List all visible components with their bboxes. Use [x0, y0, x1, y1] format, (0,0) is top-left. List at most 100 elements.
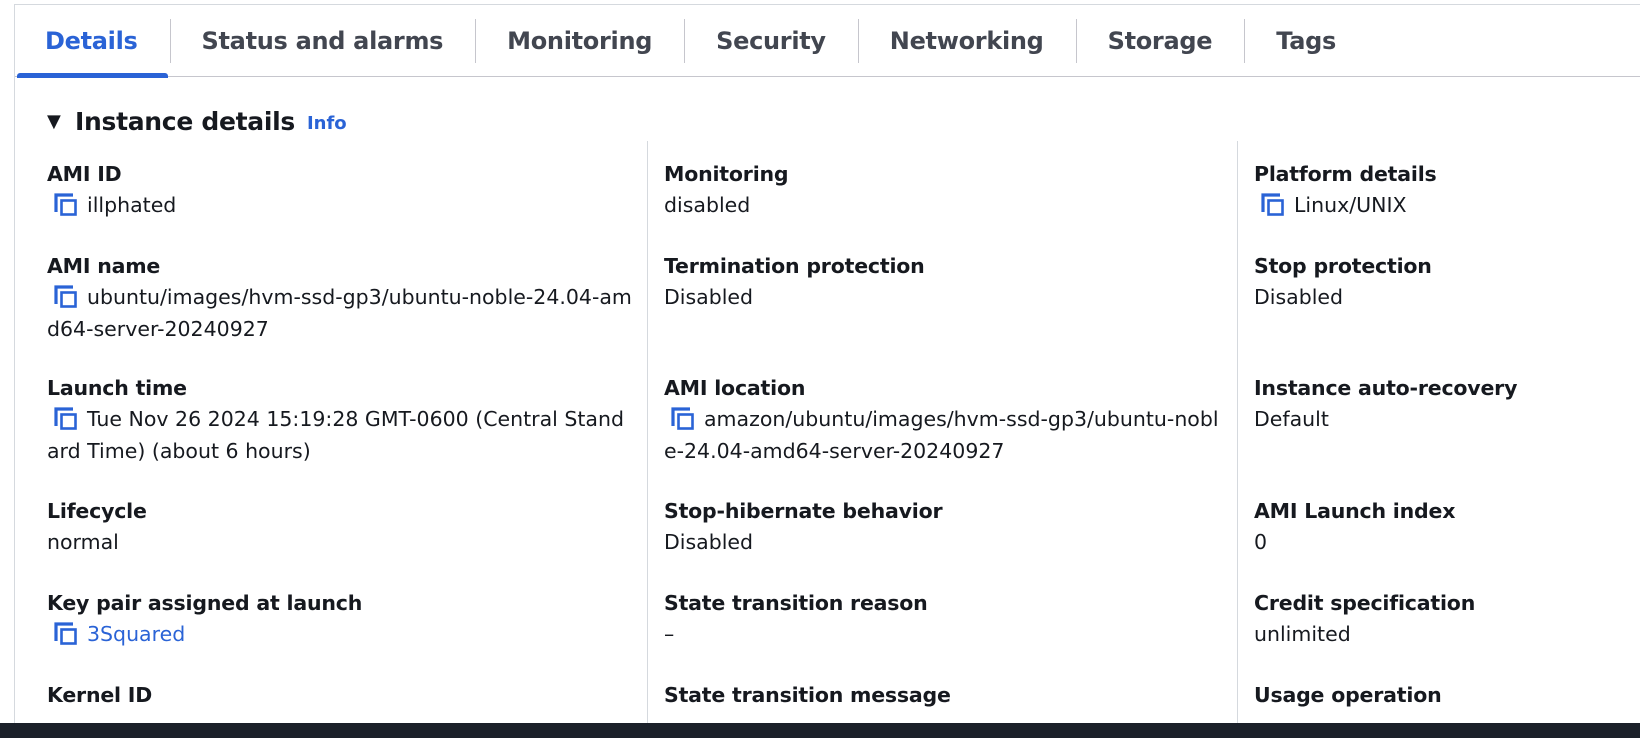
- tab-status-and-alarms[interactable]: Status and alarms: [169, 5, 476, 77]
- copy-icon-glyph: [54, 407, 77, 430]
- field-stop-hibernate-behavior: Stop-hibernate behavior Disabled: [664, 496, 1223, 558]
- instance-details-page: Details Status and alarms Monitoring Sec…: [0, 0, 1640, 738]
- field-launch-time: Launch time Tue Nov 26 2024 15:19:28 GMT-…: [47, 373, 633, 467]
- tab-label: Tags: [1276, 27, 1336, 55]
- field-lifecycle: Lifecycle normal: [47, 496, 633, 558]
- field-value: disabled: [664, 189, 1223, 221]
- copy-icon[interactable]: [1260, 192, 1286, 218]
- field-value-text: unlimited: [1254, 622, 1351, 646]
- tab-details[interactable]: Details: [15, 5, 170, 78]
- field-value-text: amazon/ubuntu/images/hvm-ssd-gp3/ubuntu-…: [664, 407, 1219, 463]
- field-stop-protection: Stop protection Disabled: [1254, 251, 1628, 313]
- tab-tags[interactable]: Tags: [1244, 5, 1368, 77]
- tab-storage[interactable]: Storage: [1075, 5, 1245, 77]
- tab-label: Storage: [1107, 27, 1213, 55]
- copy-icon[interactable]: [53, 284, 79, 310]
- field-label: Credit specification: [1254, 591, 1476, 615]
- field-label: Launch time: [47, 376, 187, 400]
- copy-icon[interactable]: [670, 406, 696, 432]
- field-label: Termination protection: [664, 254, 925, 278]
- field-label: AMI location: [664, 376, 806, 400]
- field-monitoring: Monitoring disabled: [664, 159, 1223, 221]
- caret-down-icon[interactable]: ▼: [47, 111, 65, 132]
- copy-icon-glyph: [54, 285, 77, 308]
- field-label: State transition message: [664, 683, 951, 707]
- field-value-text: ubuntu/images/hvm-ssd-gp3/ubuntu-noble-2…: [47, 285, 632, 341]
- field-value: amazon/ubuntu/images/hvm-ssd-gp3/ubuntu-…: [664, 403, 1223, 467]
- field-ami-launch-index: AMI Launch index 0: [1254, 496, 1628, 558]
- field-value-text: Default: [1254, 407, 1329, 431]
- copy-icon[interactable]: [53, 406, 79, 432]
- field-ami-name: AMI name ubuntu/images/hvm-ssd-gp3/ubuntu…: [47, 251, 633, 345]
- copy-icon-glyph: [1261, 193, 1284, 216]
- details-columns: AMI ID illphated AMI name ubuntu/images/hvm…: [15, 141, 1640, 731]
- column-1: AMI ID illphated AMI name ubuntu/images/hvm…: [15, 141, 647, 731]
- field-label: Kernel ID: [47, 683, 153, 707]
- field-value: Tue Nov 26 2024 15:19:28 GMT-0600 (Centr…: [47, 403, 633, 467]
- bottom-bar: [0, 723, 1640, 738]
- field-label: AMI ID: [47, 162, 122, 186]
- field-value-text: Disabled: [1254, 285, 1344, 309]
- field-value: Default: [1254, 403, 1628, 435]
- field-value-text: normal: [47, 530, 119, 554]
- field-usage-operation: Usage operation: [1254, 680, 1628, 710]
- field-value: Disabled: [664, 281, 1223, 313]
- field-value: unlimited: [1254, 618, 1628, 650]
- field-label: Instance auto-recovery: [1254, 376, 1518, 400]
- field-kernel-id: Kernel ID: [47, 680, 633, 710]
- tab-monitoring[interactable]: Monitoring: [475, 5, 684, 77]
- field-value-text[interactable]: 3Squared: [87, 622, 185, 646]
- info-link[interactable]: Info: [307, 113, 347, 134]
- field-state-transition-reason: State transition reason –: [664, 588, 1223, 650]
- field-ami-location: AMI location amazon/ubuntu/images/hvm-ssd…: [664, 373, 1223, 467]
- copy-icon-glyph: [671, 407, 694, 430]
- field-label: Key pair assigned at launch: [47, 591, 363, 615]
- field-value: –: [664, 618, 1223, 650]
- field-value-text: Tue Nov 26 2024 15:19:28 GMT-0600 (Centr…: [47, 407, 625, 463]
- field-label: Platform details: [1254, 162, 1437, 186]
- field-ami-id: AMI ID illphated: [47, 159, 633, 221]
- field-value-text: illphated: [87, 193, 177, 217]
- tab-label: Status and alarms: [201, 27, 444, 55]
- section-title: Instance details: [75, 106, 295, 136]
- column-3: Platform details Linux/UNIX Stop protectio…: [1237, 141, 1640, 731]
- copy-icon[interactable]: [53, 621, 79, 647]
- field-value: illphated: [47, 189, 633, 221]
- field-value-text: –: [664, 622, 675, 646]
- tab-networking[interactable]: Networking: [857, 5, 1076, 77]
- copy-icon-glyph: [54, 193, 77, 216]
- tab-security[interactable]: Security: [684, 5, 858, 77]
- field-value: ubuntu/images/hvm-ssd-gp3/ubuntu-noble-2…: [47, 281, 633, 345]
- field-value-text: Disabled: [664, 285, 754, 309]
- field-value[interactable]: 3Squared: [47, 618, 633, 650]
- tab-label: Details: [45, 27, 138, 55]
- tab-bar: Details Status and alarms Monitoring Sec…: [15, 5, 1640, 78]
- column-2: Monitoring disabled Termination protection…: [647, 141, 1237, 731]
- details-panel: Details Status and alarms Monitoring Sec…: [14, 4, 1640, 731]
- tab-label: Networking: [889, 27, 1044, 55]
- field-value: Disabled: [1254, 281, 1628, 313]
- copy-icon-glyph: [54, 622, 77, 645]
- field-key-pair-assigned-at-launch: Key pair assigned at launch 3Squared: [47, 588, 633, 650]
- field-value: Disabled: [664, 526, 1223, 558]
- field-instance-auto-recovery: Instance auto-recovery Default: [1254, 373, 1628, 435]
- field-value-text: Disabled: [664, 530, 754, 554]
- field-label: AMI name: [47, 254, 161, 278]
- field-label: State transition reason: [664, 591, 928, 615]
- field-platform-details: Platform details Linux/UNIX: [1254, 159, 1628, 221]
- field-value-text: Linux/UNIX: [1294, 193, 1407, 217]
- field-label: Usage operation: [1254, 683, 1442, 707]
- tab-label: Monitoring: [507, 27, 653, 55]
- field-label: AMI Launch index: [1254, 499, 1456, 523]
- copy-icon[interactable]: [53, 192, 79, 218]
- field-value: normal: [47, 526, 633, 558]
- field-credit-specification: Credit specification unlimited: [1254, 588, 1628, 650]
- field-value-text: disabled: [664, 193, 751, 217]
- field-label: Stop protection: [1254, 254, 1432, 278]
- field-value: 0: [1254, 526, 1628, 558]
- field-label: Stop-hibernate behavior: [664, 499, 943, 523]
- field-value: Linux/UNIX: [1254, 189, 1628, 221]
- field-label: Monitoring: [664, 162, 789, 186]
- field-state-transition-message: State transition message: [664, 680, 1223, 710]
- section-header[interactable]: ▼ Instance details Info: [47, 105, 347, 137]
